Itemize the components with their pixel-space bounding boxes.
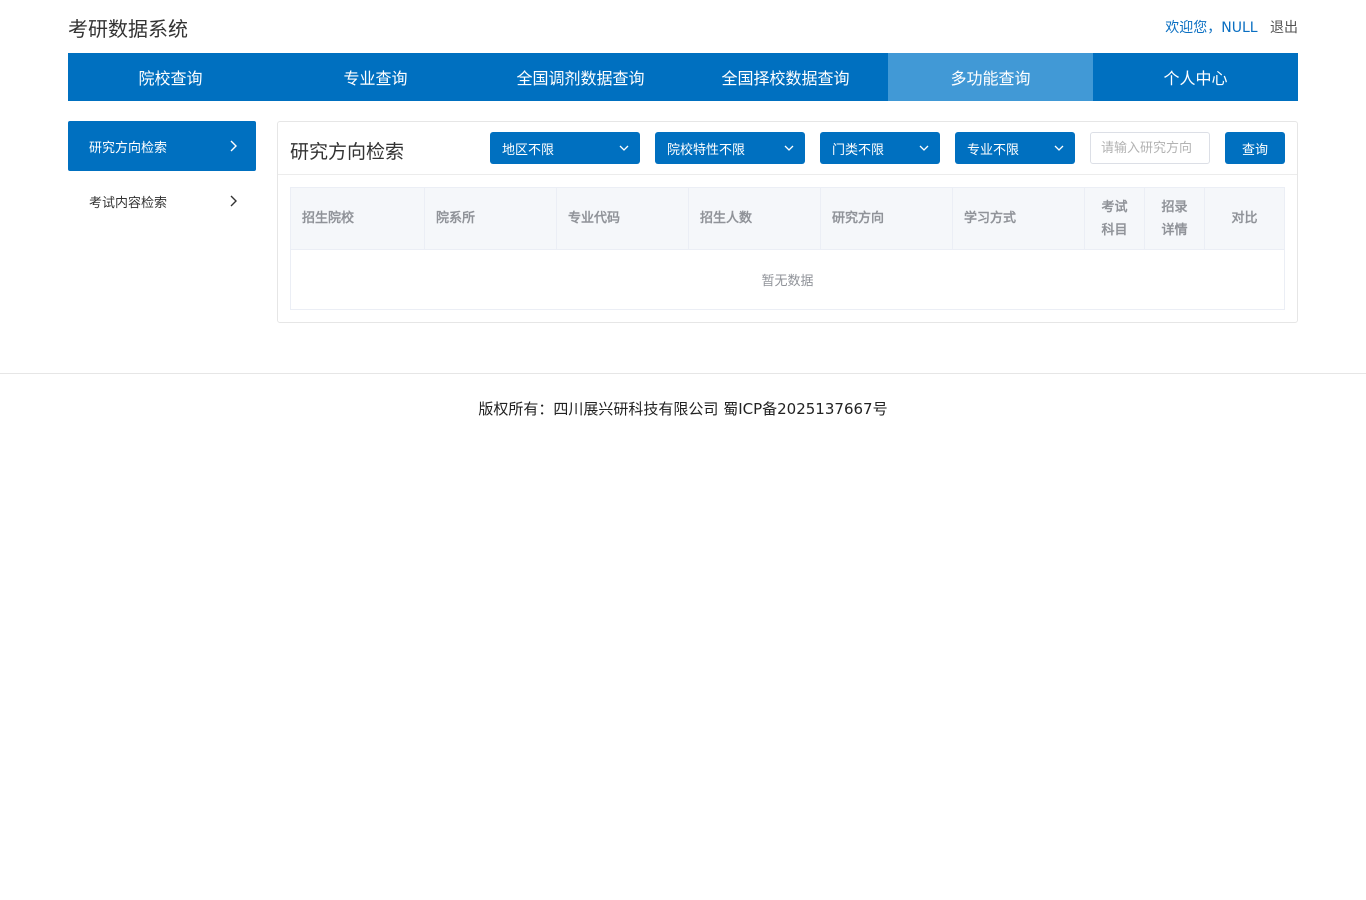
nav-item-personal-center[interactable]: 个人中心	[1093, 53, 1298, 101]
nav-item-school-query[interactable]: 院校查询	[68, 53, 273, 101]
column-header: 专业代码	[557, 188, 689, 249]
nav-item-school-choice-query[interactable]: 全国择校数据查询	[683, 53, 888, 101]
school-feature-filter-select[interactable]: 院校特性不限	[655, 132, 805, 164]
major-filter-select[interactable]: 专业不限	[955, 132, 1075, 164]
sidebar-item-exam-content[interactable]: 考试内容检索	[68, 176, 256, 226]
column-header: 招生院校	[291, 188, 425, 249]
column-header: 学习方式	[953, 188, 1085, 249]
nav-item-major-query[interactable]: 专业查询	[273, 53, 478, 101]
column-header: 对比	[1231, 211, 1258, 226]
sidebar-item-research-direction[interactable]: 研究方向检索	[68, 121, 256, 171]
sidebar: 研究方向检索 考试内容检索	[68, 121, 256, 231]
filter-label: 院校特性不限	[667, 142, 746, 158]
footer-copyright: 版权所有：四川展兴研科技有限公司 蜀ICP备2025137667号	[478, 400, 888, 418]
column-header: 招录详情	[1145, 188, 1205, 249]
site-title: 考研数据系统	[68, 17, 188, 41]
main-nav: 院校查询 专业查询 全国调剂数据查询 全国择校数据查询 多功能查询 个人中心	[68, 53, 1298, 101]
chevron-down-icon	[1054, 145, 1064, 151]
table-header: 招生院校 院系所 专业代码 招生人数 研究方向 学习方式 考试科目 招录详情 对…	[291, 188, 1284, 250]
results-table: 招生院校 院系所 专业代码 招生人数 研究方向 学习方式 考试科目 招录详情 对…	[290, 187, 1285, 310]
empty-state-text: 暂无数据	[761, 274, 814, 289]
research-direction-search-input[interactable]	[1090, 132, 1210, 164]
chevron-right-icon	[230, 140, 237, 152]
filter-label: 专业不限	[967, 142, 1020, 158]
chevron-right-icon	[230, 195, 237, 207]
footer-divider	[0, 373, 1366, 374]
filter-label: 门类不限	[832, 142, 885, 158]
user-area: 欢迎您，NULL 退出	[1165, 17, 1298, 37]
query-button[interactable]: 查询	[1225, 132, 1285, 164]
column-header: 考试科目	[1085, 188, 1145, 249]
chevron-down-icon	[784, 145, 794, 151]
panel-title: 研究方向检索	[290, 141, 405, 163]
filter-label: 地区不限	[502, 142, 555, 158]
search-panel: 研究方向检索 地区不限 院校特性不限 门类不限 专业不限 查询 招生院校 院系所…	[277, 121, 1298, 323]
chevron-down-icon	[919, 145, 929, 151]
region-filter-select[interactable]: 地区不限	[490, 132, 640, 164]
column-header: 招生人数	[689, 188, 821, 249]
welcome-text: 欢迎您，NULL	[1165, 20, 1258, 36]
sidebar-item-label: 考试内容检索	[89, 195, 168, 211]
top-bar: 考研数据系统 欢迎您，NULL 退出	[68, 12, 1298, 42]
nav-item-multi-query[interactable]: 多功能查询	[888, 53, 1093, 101]
column-header: 院系所	[425, 188, 557, 249]
sidebar-item-label: 研究方向检索	[89, 140, 168, 156]
chevron-down-icon	[619, 145, 629, 151]
column-header: 研究方向	[821, 188, 953, 249]
nav-item-adjustment-query[interactable]: 全国调剂数据查询	[478, 53, 683, 101]
logout-link[interactable]: 退出	[1270, 20, 1298, 36]
panel-header: 研究方向检索 地区不限 院校特性不限 门类不限 专业不限 查询	[278, 122, 1297, 175]
category-filter-select[interactable]: 门类不限	[820, 132, 940, 164]
